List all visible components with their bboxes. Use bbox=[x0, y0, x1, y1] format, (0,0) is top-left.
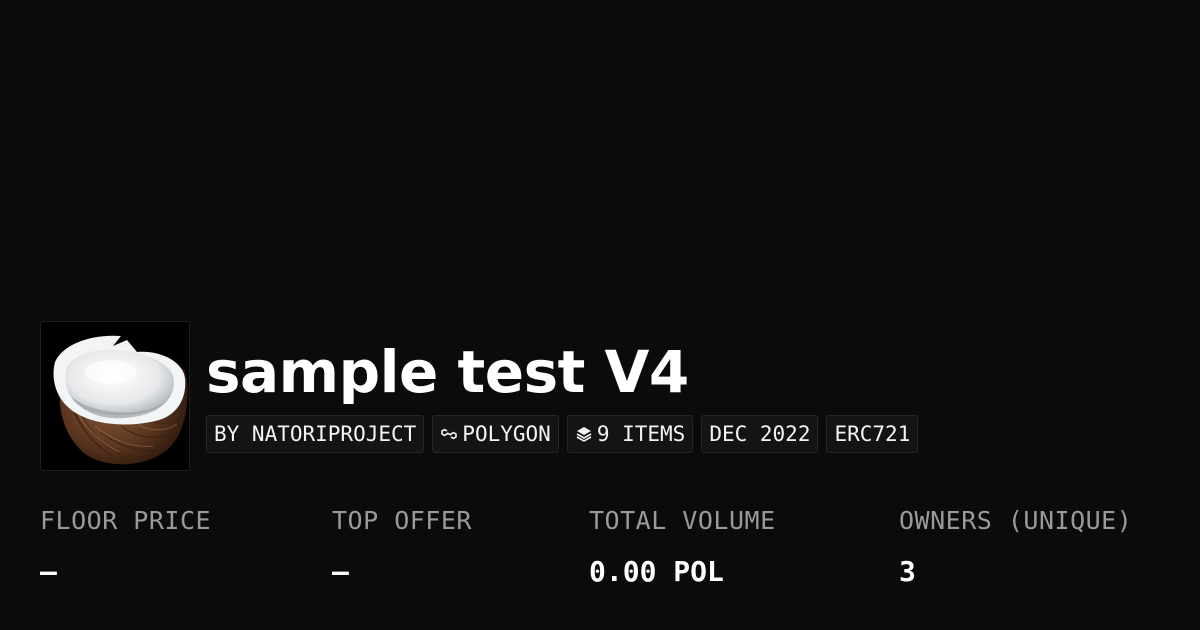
collection-card: sample test V4 BY NATORIPROJECT POLYGON bbox=[0, 0, 1200, 630]
floor-price-stat: FLOOR PRICE – bbox=[40, 500, 211, 602]
chain-chip[interactable]: POLYGON bbox=[432, 415, 559, 453]
total-volume-label: TOTAL VOLUME bbox=[589, 506, 776, 535]
date-label: DEC 2022 bbox=[709, 422, 811, 446]
owners-stat: OWNERS (UNIQUE) 3 bbox=[899, 500, 1132, 602]
collection-avatar bbox=[40, 321, 190, 471]
collection-title: sample test V4 bbox=[206, 338, 689, 406]
items-label: 9 ITEMS bbox=[596, 422, 686, 446]
chain-label: POLYGON bbox=[462, 422, 551, 446]
top-offer-stat: TOP OFFER – bbox=[332, 500, 472, 602]
creator-chip[interactable]: BY NATORIPROJECT bbox=[206, 415, 425, 453]
standard-label: ERC721 bbox=[834, 422, 911, 446]
items-chip[interactable]: 9 ITEMS bbox=[566, 415, 694, 453]
floor-price-label: FLOOR PRICE bbox=[40, 506, 212, 535]
total-volume-stat: TOTAL VOLUME 0.00 POL bbox=[589, 500, 776, 602]
owners-label: OWNERS (UNIQUE) bbox=[899, 506, 1133, 535]
collection-meta-chips: BY NATORIPROJECT POLYGON 9 ITEMS DEC 202… bbox=[206, 415, 919, 453]
top-offer-value: – bbox=[332, 555, 349, 588]
top-offer-label: TOP OFFER bbox=[332, 506, 472, 535]
creator-label: BY NATORIPROJECT bbox=[214, 422, 417, 446]
coconut-icon bbox=[53, 335, 188, 465]
layers-icon bbox=[575, 425, 593, 443]
floor-price-value: – bbox=[40, 555, 57, 588]
polygon-chain-icon bbox=[440, 425, 458, 443]
total-volume-value: 0.00 POL bbox=[589, 555, 724, 588]
owners-value: 3 bbox=[899, 555, 916, 588]
standard-chip: ERC721 bbox=[826, 415, 919, 453]
date-chip: DEC 2022 bbox=[701, 415, 819, 453]
